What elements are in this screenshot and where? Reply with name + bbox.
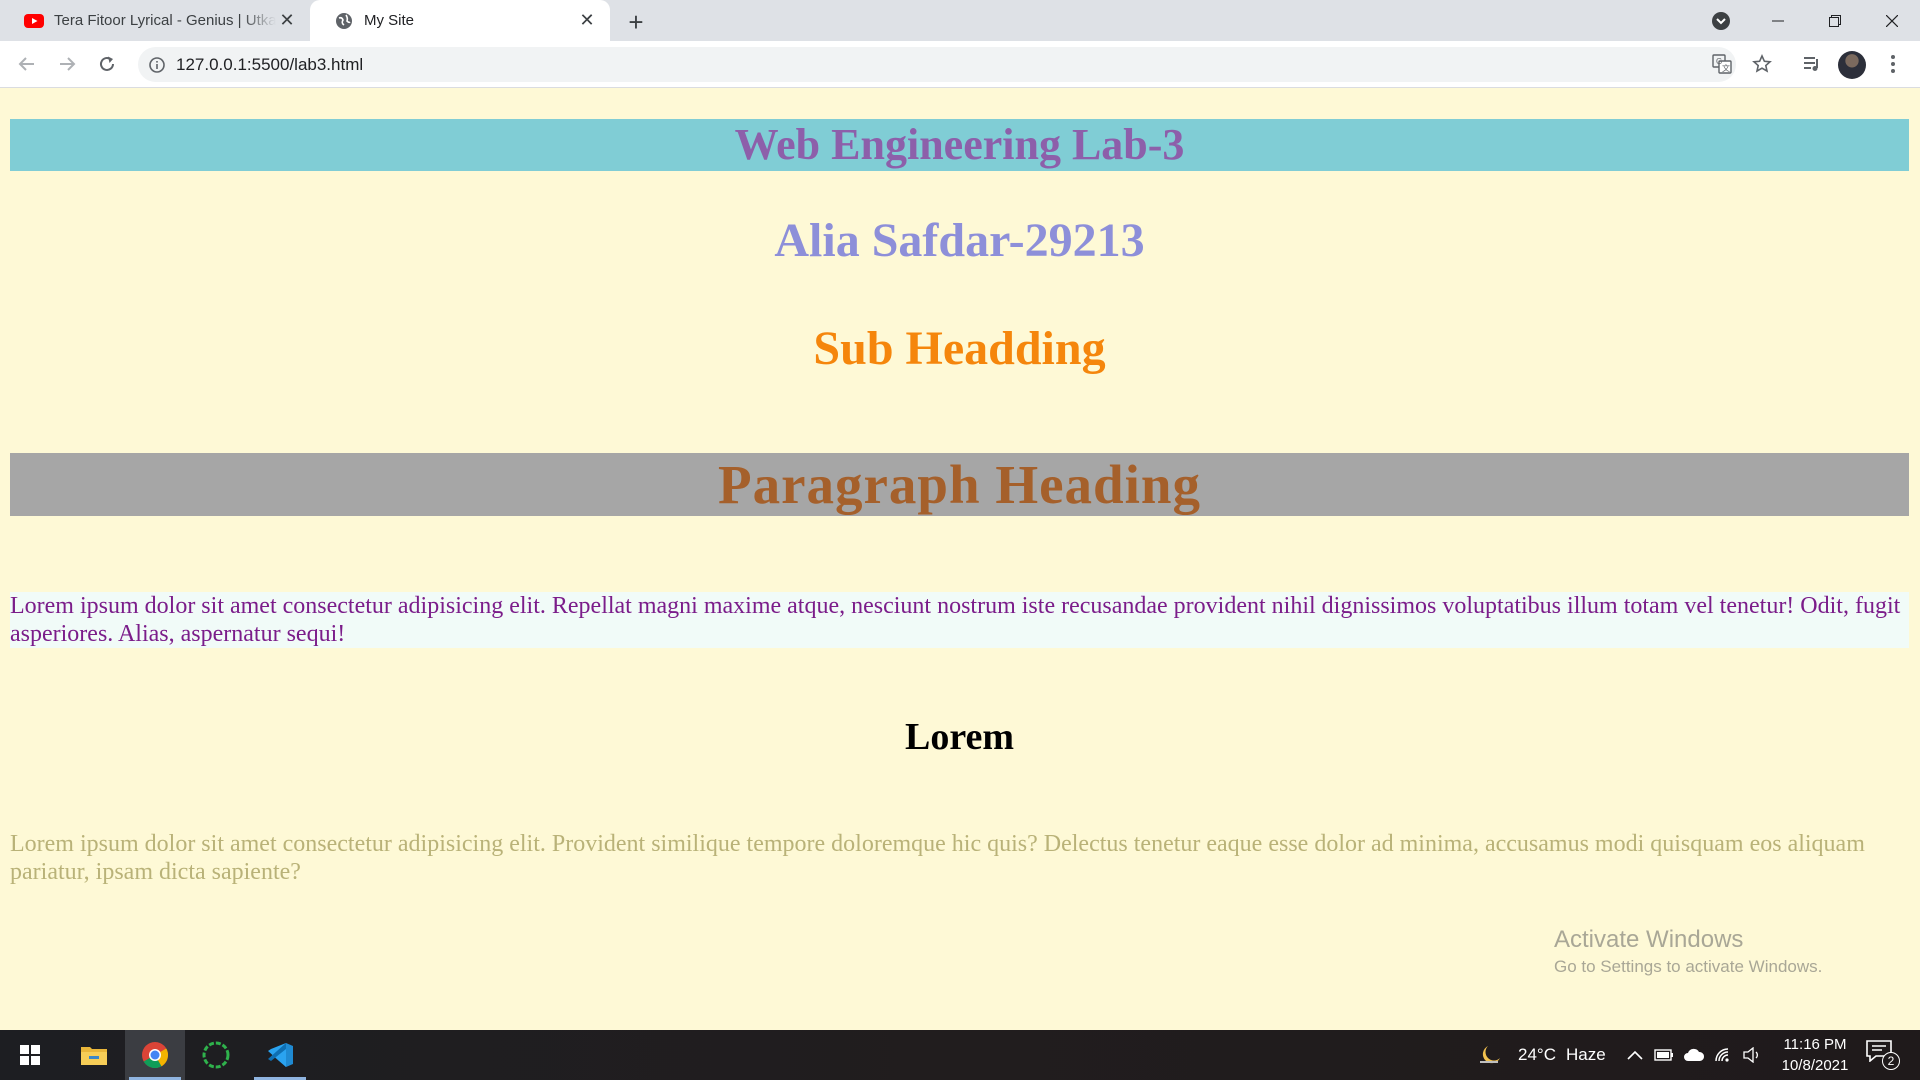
weather-condition: Haze: [1565, 1045, 1606, 1064]
globe-icon: [334, 11, 354, 31]
activate-windows-watermark: Activate Windows Go to Settings to activ…: [1554, 925, 1822, 979]
minimize-icon[interactable]: [1749, 0, 1806, 41]
bookmark-star-icon[interactable]: [1747, 49, 1777, 79]
restore-icon[interactable]: [1806, 0, 1863, 41]
tab-search-icon[interactable]: [1710, 10, 1732, 32]
name-heading: Alia Safdar-29213: [774, 214, 1145, 267]
watermark-title: Activate Windows: [1554, 926, 1744, 953]
tab-strip: Tera Fitoor Lyrical - Genius | Utka ✕ My…: [0, 0, 1920, 41]
watermark-subtitle: Go to Settings to activate Windows.: [1554, 957, 1823, 976]
wifi-icon[interactable]: [1711, 1042, 1737, 1068]
new-tab-button[interactable]: +: [622, 7, 650, 37]
lorem-heading: Lorem: [904, 716, 1015, 758]
clock-date: 10/8/2021: [1781, 1057, 1849, 1074]
svg-text:文: 文: [1722, 63, 1730, 73]
system-clock[interactable]: 11:16 PM 10/8/2021: [1770, 1034, 1860, 1076]
address-bar[interactable]: 127.0.0.1:5500/lab3.html: [138, 47, 1736, 82]
chrome-icon[interactable]: [125, 1030, 185, 1080]
clock-time: 11:16 PM: [1783, 1036, 1847, 1053]
vscode-icon[interactable]: [250, 1030, 310, 1080]
reload-icon[interactable]: [92, 49, 122, 79]
window-controls: [1749, 0, 1920, 41]
weather-moon-icon[interactable]: [1478, 1042, 1504, 1068]
windows-start-icon[interactable]: [0, 1030, 60, 1080]
notification-count-badge: 2: [1882, 1052, 1900, 1070]
more-menu-icon[interactable]: [1878, 49, 1908, 79]
translate-icon[interactable]: G文: [1707, 49, 1737, 79]
main-heading: Web Engineering Lab-3: [10, 119, 1909, 171]
back-arrow-icon[interactable]: [12, 49, 42, 79]
close-tab-icon[interactable]: ✕: [576, 10, 598, 32]
loading-ring-icon[interactable]: [186, 1030, 246, 1080]
paragraph-heading: Paragraph Heading: [10, 453, 1909, 516]
onedrive-cloud-icon[interactable]: [1681, 1042, 1707, 1068]
battery-icon[interactable]: [1651, 1042, 1677, 1068]
close-window-icon[interactable]: [1863, 0, 1920, 41]
paragraph-one: Lorem ipsum dolor sit amet consectetur a…: [10, 592, 1909, 648]
youtube-icon: [24, 11, 44, 31]
url-text[interactable]: 127.0.0.1:5500/lab3.html: [176, 55, 363, 75]
profile-avatar[interactable]: [1838, 51, 1866, 79]
close-tab-icon[interactable]: ✕: [276, 10, 298, 32]
sub-heading: Sub Headding: [813, 322, 1106, 375]
tab-youtube[interactable]: Tera Fitoor Lyrical - Genius | Utka ✕: [0, 0, 310, 41]
web-page: Web Engineering Lab-3 Alia Safdar-29213 …: [0, 89, 1920, 1030]
browser-toolbar: 127.0.0.1:5500/lab3.html G文: [0, 41, 1920, 88]
paragraph-two: Lorem ipsum dolor sit amet consectetur a…: [10, 831, 1865, 885]
file-explorer-icon[interactable]: [64, 1030, 124, 1080]
tab-my-site[interactable]: My Site ✕: [310, 0, 610, 41]
tab-title: My Site: [364, 12, 415, 29]
tab-title: Tera Fitoor Lyrical - Genius | Utka: [54, 12, 276, 29]
media-queue-icon[interactable]: [1797, 49, 1827, 79]
notification-center-icon[interactable]: 2: [1866, 1040, 1900, 1070]
forward-arrow-icon[interactable]: [52, 49, 82, 79]
chevron-up-icon[interactable]: [1622, 1042, 1648, 1068]
weather-temp: 24°C: [1518, 1045, 1556, 1064]
weather-widget[interactable]: 24°C Haze: [1518, 1030, 1606, 1080]
site-info-icon[interactable]: [138, 56, 176, 73]
volume-icon[interactable]: [1739, 1042, 1765, 1068]
windows-taskbar: 24°C Haze 11:16 PM 10/8/2021 2: [0, 1030, 1920, 1080]
